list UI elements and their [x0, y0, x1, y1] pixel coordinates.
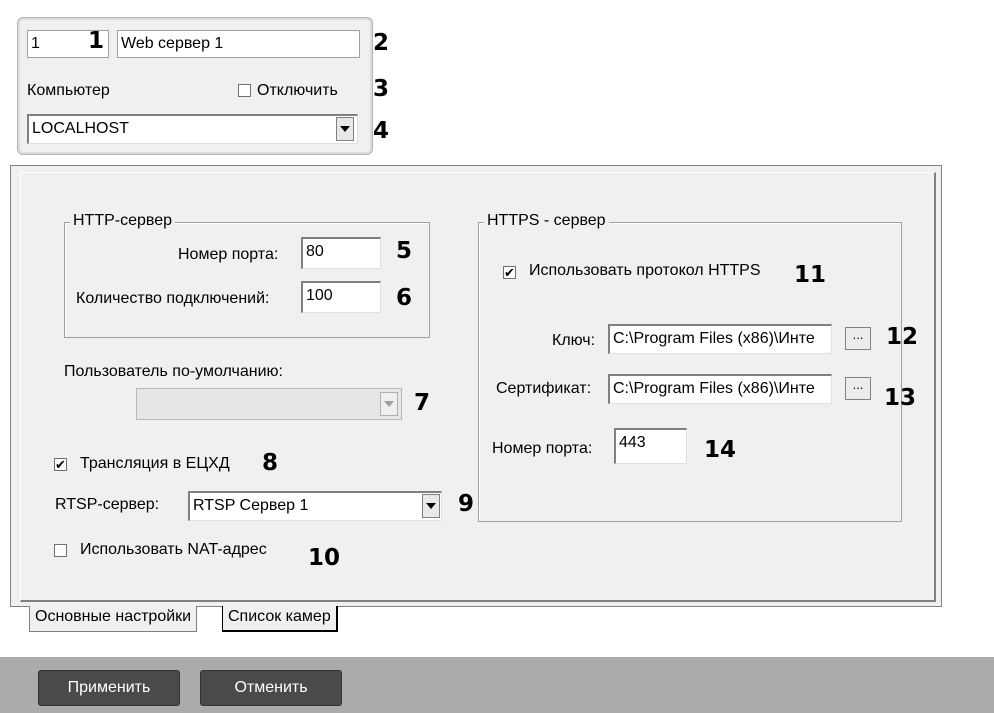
- chevron-down-icon: [426, 503, 436, 509]
- key-label: Ключ:: [552, 332, 596, 349]
- certificate-path-input[interactable]: C:\Program Files (x86)\Инте: [608, 374, 832, 404]
- euchd-checkbox[interactable]: ✔: [54, 458, 67, 471]
- euchd-label: Трансляция в ЕЦХД: [80, 455, 230, 472]
- callout-11: 11: [794, 262, 827, 288]
- certificate-label: Сертификат:: [496, 380, 592, 397]
- chevron-down-icon: [340, 126, 350, 132]
- http-port-input[interactable]: 80: [301, 237, 381, 269]
- key-path-input[interactable]: C:\Program Files (x86)\Инте: [608, 324, 832, 354]
- check-icon: ✔: [55, 457, 66, 472]
- callout-3: 3: [373, 76, 390, 102]
- https-server-group-title: HTTPS - сервер: [484, 212, 609, 230]
- connections-label: Количество подключений:: [76, 290, 270, 307]
- tab-main-settings[interactable]: Основные настройки: [29, 606, 198, 632]
- nat-label: Использовать NAT-адрес: [80, 541, 267, 558]
- callout-7: 7: [414, 390, 431, 416]
- connections-input[interactable]: 100: [301, 281, 381, 313]
- callout-8: 8: [262, 450, 279, 476]
- key-browse-button[interactable]: ...: [845, 327, 871, 350]
- http-port-label: Номер порта:: [178, 246, 279, 263]
- cancel-button[interactable]: Отменить: [200, 670, 342, 706]
- callout-2: 2: [373, 30, 390, 56]
- rtsp-select-value: RTSP Сервер 1: [193, 497, 309, 514]
- https-port-input[interactable]: 443: [614, 428, 687, 464]
- apply-button[interactable]: Применить: [38, 670, 180, 706]
- use-https-checkbox[interactable]: ✔: [503, 266, 516, 279]
- computer-label: Компьютер: [27, 82, 110, 99]
- default-user-select[interactable]: [136, 388, 402, 420]
- chevron-down-icon: [384, 401, 394, 407]
- rtsp-select[interactable]: RTSP Сервер 1: [188, 491, 442, 521]
- disable-label: Отключить: [257, 82, 338, 99]
- callout-10: 10: [308, 545, 341, 571]
- certificate-browse-button[interactable]: ...: [845, 377, 871, 400]
- computer-select[interactable]: LOCALHOST: [27, 114, 358, 144]
- callout-12: 12: [886, 324, 919, 350]
- https-port-label: Номер порта:: [492, 440, 593, 457]
- rtsp-dropdown-arrow[interactable]: [422, 494, 440, 518]
- check-icon: ✔: [504, 265, 515, 280]
- callout-13: 13: [884, 385, 917, 411]
- object-name-input[interactable]: Web сервер 1: [117, 30, 360, 58]
- disable-checkbox[interactable]: [238, 84, 251, 97]
- callout-5: 5: [396, 238, 413, 264]
- computer-select-value: LOCALHOST: [32, 120, 129, 137]
- callout-14: 14: [704, 437, 737, 463]
- computer-dropdown-arrow[interactable]: [336, 117, 354, 141]
- callout-6: 6: [396, 285, 413, 311]
- default-user-dropdown-arrow: [380, 392, 398, 416]
- tab-camera-list[interactable]: Список камер: [222, 606, 338, 632]
- callout-4: 4: [373, 118, 390, 144]
- callout-1: 1: [88, 28, 105, 54]
- callout-9: 9: [458, 491, 475, 517]
- default-user-label: Пользователь по-умолчанию:: [64, 363, 283, 380]
- rtsp-label: RTSP-сервер:: [55, 496, 160, 513]
- use-https-label: Использовать протокол HTTPS: [529, 262, 761, 279]
- http-server-group-title: HTTP-сервер: [70, 212, 176, 230]
- nat-checkbox[interactable]: [54, 544, 67, 557]
